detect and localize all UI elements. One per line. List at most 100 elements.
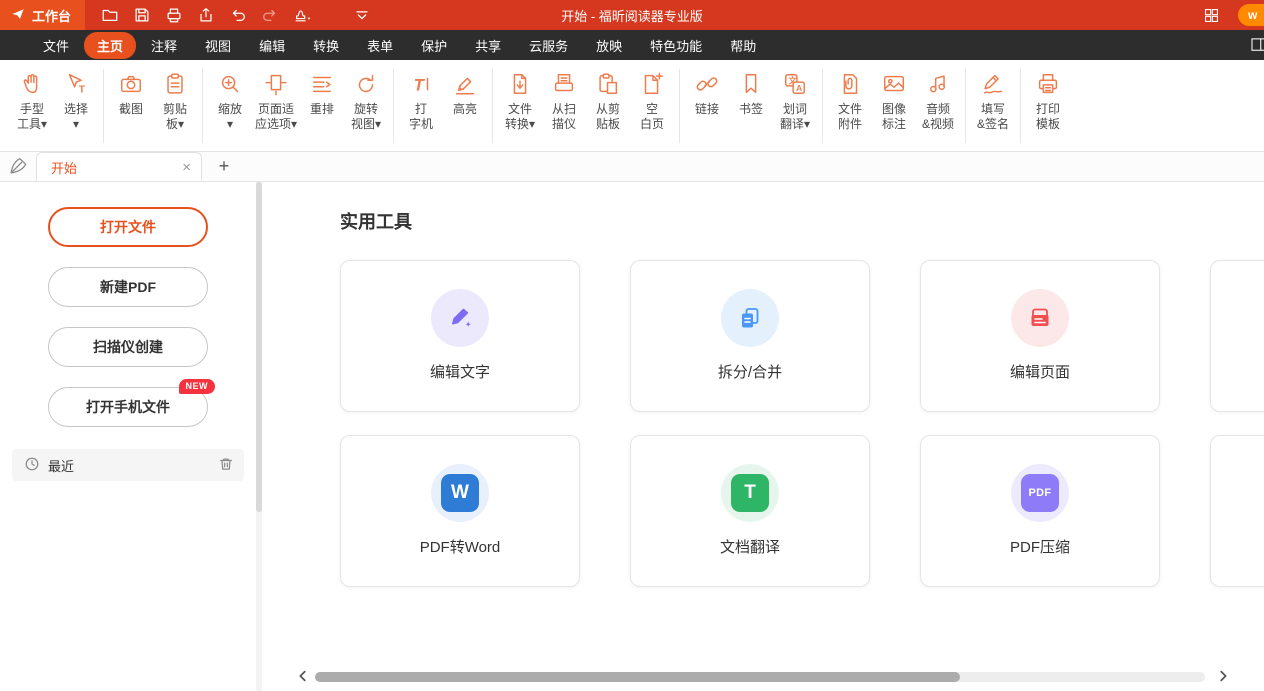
rotate-view-icon (353, 69, 379, 99)
card-pdf-to-word[interactable]: W PDF转Word (340, 435, 580, 587)
ribbon-fit-page[interactable]: 页面适 应选项▾ (252, 67, 300, 134)
split-merge-icon (721, 289, 779, 347)
scanner-create-label: 扫描仪创建 (93, 337, 163, 357)
tab-start[interactable]: 开始 × (36, 152, 202, 181)
ribbon-item-label: 书签 (739, 102, 763, 117)
card-label: 文档翻译 (720, 536, 780, 557)
titlebar: 开始 - 福昕阅读器专业版 工作台 (0, 0, 1264, 30)
ribbon-item-label: 页面适 应选项▾ (255, 102, 297, 132)
card-partial[interactable] (1210, 435, 1264, 587)
ribbon-from-clipboard[interactable]: 从剪 贴板 (586, 67, 630, 134)
card-edit-text[interactable]: 编辑文字 (340, 260, 580, 412)
card-doc-translate[interactable]: T 文档翻译 (630, 435, 870, 587)
from-clipboard-icon (595, 69, 621, 99)
menu-item-help[interactable]: 帮助 (717, 32, 769, 59)
horizontal-scrollbar[interactable] (315, 672, 1205, 682)
customize-toolbar-icon[interactable] (349, 3, 375, 27)
link-icon (694, 69, 720, 99)
ribbon-word-translate[interactable]: 文A 划词 翻译▾ (773, 67, 817, 134)
reflow-icon (309, 69, 335, 99)
recent-files-header[interactable]: 最近 (12, 449, 244, 481)
tab-close-icon[interactable]: × (182, 160, 191, 175)
menu-item-cloud[interactable]: 云服务 (516, 32, 581, 59)
ribbon-typewriter[interactable]: T 打 字机 (399, 67, 443, 134)
scroll-right-icon[interactable] (1213, 667, 1233, 685)
ribbon-rotate-view[interactable]: 旋转 视图▾ (344, 67, 388, 134)
new-tab-button[interactable]: + (210, 152, 238, 181)
menu-item-convert[interactable]: 转换 (300, 32, 352, 59)
menubar: 文件 主页 注释 视图 编辑 转换 表单 保护 共享 云服务 放映 特色功能 帮… (0, 30, 1264, 60)
sidebar-vertical-scrollbar[interactable] (256, 182, 262, 691)
attachment-icon (837, 69, 863, 99)
scanner-create-button[interactable]: 扫描仪创建 (48, 327, 208, 367)
ribbon-item-label: 高亮 (453, 102, 477, 117)
ribbon-highlight[interactable]: 高亮 (443, 67, 487, 119)
open-file-icon[interactable] (97, 3, 123, 27)
ribbon-item-label: 重排 (310, 102, 334, 117)
new-pdf-button[interactable]: 新建PDF (48, 267, 208, 307)
horizontal-scrollbar-thumb[interactable] (315, 672, 960, 682)
ribbon-print-template[interactable]: 打印 模板 (1026, 67, 1070, 134)
ribbon-snapshot[interactable]: 截图 (109, 67, 153, 119)
ribbon-clipboard[interactable]: 剪贴 板▾ (153, 67, 197, 134)
convert-files-icon (507, 69, 533, 99)
typewriter-icon: T (408, 69, 434, 99)
card-partial[interactable] (1210, 260, 1264, 412)
quick-access-toolbar (97, 3, 375, 27)
member-button[interactable]: w (1238, 4, 1264, 26)
card-edit-page[interactable]: 编辑页面 (920, 260, 1160, 412)
translate-glyph: T (731, 474, 769, 512)
ribbon-bookmark[interactable]: 书签 (729, 67, 773, 119)
print-icon[interactable] (161, 3, 187, 27)
ribbon-zoom[interactable]: 缩放 ▾ (208, 67, 252, 134)
ribbon-item-label: 打 字机 (409, 102, 433, 132)
workspace-button[interactable]: 工作台 (0, 0, 85, 30)
ribbon-select[interactable]: T 选择 ▾ (54, 67, 98, 134)
menu-item-slideshow[interactable]: 放映 (583, 32, 635, 59)
trash-icon[interactable] (218, 456, 234, 475)
print-template-icon (1035, 69, 1061, 99)
ribbon-link[interactable]: 链接 (685, 67, 729, 119)
fill-sign-icon (980, 69, 1006, 99)
ribbon-blank-page[interactable]: 空 白页 (630, 67, 674, 134)
menu-item-edit[interactable]: 编辑 (246, 32, 298, 59)
hand-tool-icon (19, 69, 45, 99)
card-pdf-compress[interactable]: PDF PDF压缩 (920, 435, 1160, 587)
ribbon-from-scanner[interactable]: 从扫 描仪 (542, 67, 586, 134)
export-icon[interactable] (193, 3, 219, 27)
ribbon-item-label: 选择 ▾ (64, 102, 88, 132)
ribbon-image-annotation[interactable]: 图像 标注 (872, 67, 916, 134)
open-file-button[interactable]: 打开文件 (48, 207, 208, 247)
ribbon-file-attachment[interactable]: 文件 附件 (828, 67, 872, 134)
menu-item-home[interactable]: 主页 (84, 32, 136, 59)
ribbon-fill-sign[interactable]: 填写 &签名 (971, 67, 1015, 134)
scroll-left-icon[interactable] (293, 667, 313, 685)
ribbon-reflow[interactable]: 重排 (300, 67, 344, 119)
card-split-merge[interactable]: 拆分/合并 (630, 260, 870, 412)
ribbon-convert-files[interactable]: 文件 转换▾ (498, 67, 542, 134)
undo-icon[interactable] (225, 3, 251, 27)
apps-grid-icon[interactable] (1198, 3, 1224, 27)
ribbon-audio-video[interactable]: 音频 &视频 (916, 67, 960, 134)
menu-item-protect[interactable]: 保护 (408, 32, 460, 59)
vertical-scrollbar-thumb[interactable] (256, 182, 262, 512)
blank-page-icon (639, 69, 665, 99)
ribbon-item-label: 划词 翻译▾ (780, 102, 810, 132)
open-mobile-file-button[interactable]: 打开手机文件 NEW (48, 387, 208, 427)
menu-item-view[interactable]: 视图 (192, 32, 244, 59)
panel-toggle-icon[interactable] (1251, 38, 1264, 57)
ribbon-hand-tool[interactable]: 手型 工具▾ (10, 67, 54, 134)
stamp-dropdown-icon[interactable] (289, 3, 315, 27)
ribbon-item-label: 链接 (695, 102, 719, 117)
save-icon[interactable] (129, 3, 155, 27)
menu-item-form[interactable]: 表单 (354, 32, 406, 59)
svg-text:A: A (796, 83, 802, 93)
menu-item-comment[interactable]: 注释 (138, 32, 190, 59)
menu-item-features[interactable]: 特色功能 (637, 32, 715, 59)
menu-item-share[interactable]: 共享 (462, 32, 514, 59)
menu-item-file[interactable]: 文件 (30, 32, 82, 59)
quill-pen-icon[interactable] (0, 151, 36, 181)
ribbon-item-label: 空 白页 (640, 102, 664, 132)
edit-text-icon (431, 289, 489, 347)
redo-icon[interactable] (257, 3, 283, 27)
